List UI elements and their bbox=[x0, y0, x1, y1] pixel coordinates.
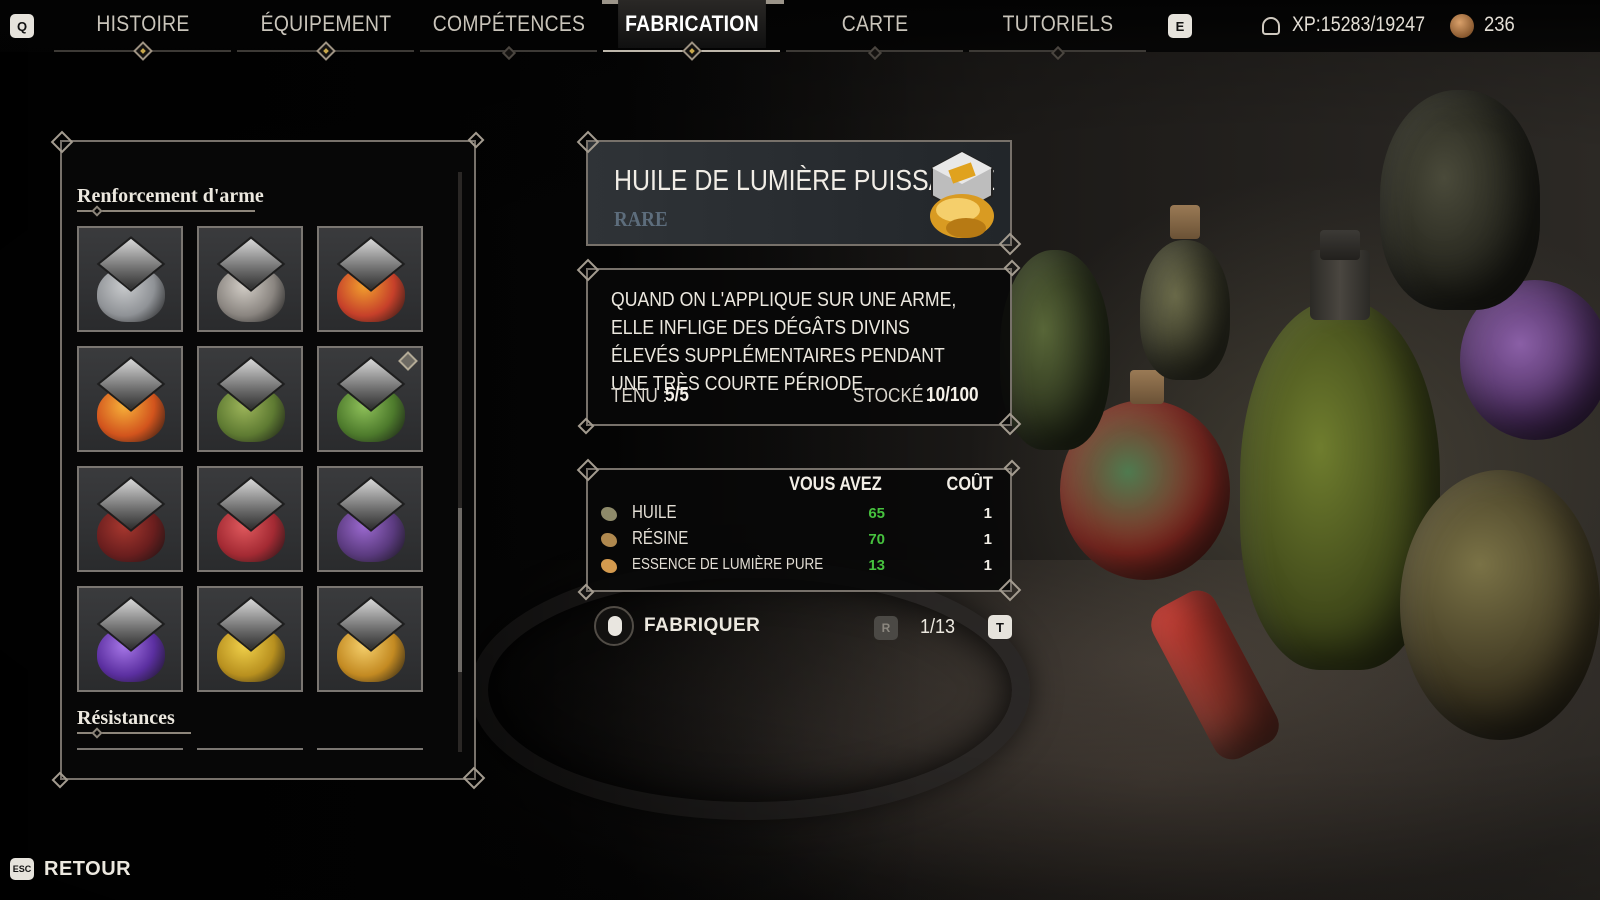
next-tab-key[interactable]: E bbox=[1168, 14, 1192, 38]
recipe-slot[interactable] bbox=[77, 586, 183, 692]
recipe-slot[interactable] bbox=[77, 466, 183, 572]
recipe-slot[interactable] bbox=[197, 346, 303, 452]
ingredient-name: HUILE bbox=[632, 502, 677, 522]
item-rarity: RARE bbox=[614, 207, 668, 231]
tab-tutoriels[interactable]: TUTORIELS bbox=[984, 0, 1132, 48]
recipe-scrollbar-thumb[interactable] bbox=[458, 508, 462, 672]
section-underline bbox=[77, 210, 255, 212]
ingredient-owned: 70 bbox=[868, 531, 885, 548]
have-column-header: VOUS AVEZ bbox=[789, 474, 882, 495]
xp-counter: XP:15283/19247 bbox=[1292, 13, 1426, 36]
prev-tab-key[interactable]: Q bbox=[10, 14, 34, 38]
xp-icon bbox=[1262, 17, 1280, 35]
tab-competences[interactable]: COMPÉTENCES bbox=[433, 0, 585, 48]
coin-icon bbox=[1450, 14, 1474, 38]
recipe-slot[interactable] bbox=[77, 346, 183, 452]
oil-icon bbox=[601, 507, 617, 521]
recipe-slot-partial[interactable] bbox=[77, 748, 183, 750]
craft-quantity: 1/13 bbox=[920, 616, 956, 638]
recipe-slot[interactable] bbox=[317, 226, 423, 332]
stone-dish bbox=[470, 560, 1030, 820]
held-value: 5/5 bbox=[665, 384, 689, 406]
weapon-oil-icon bbox=[333, 596, 409, 682]
ingredient-owned: 13 bbox=[868, 557, 885, 574]
coin-counter: 236 bbox=[1484, 13, 1515, 36]
craft-button[interactable]: FABRIQUER bbox=[644, 615, 760, 637]
weapon-oil-icon bbox=[213, 476, 289, 562]
weapon-oil-icon bbox=[93, 476, 169, 562]
resin-icon bbox=[601, 533, 617, 547]
recipe-slot[interactable] bbox=[197, 226, 303, 332]
weapon-oil-icon bbox=[213, 356, 289, 442]
recipe-slot-partial[interactable] bbox=[197, 748, 303, 750]
recipe-slot[interactable] bbox=[197, 586, 303, 692]
weapon-oil-icon bbox=[93, 356, 169, 442]
stock-label: STOCKÉ : bbox=[853, 385, 933, 407]
item-description: QUAND ON L'APPLIQUE SUR UNE ARME, ELLE I… bbox=[611, 288, 957, 395]
weapon-oil-icon bbox=[93, 596, 169, 682]
section-title-weapon-enhancement: Renforcement d'arme bbox=[77, 185, 264, 207]
weapon-oil-icon bbox=[93, 236, 169, 322]
cost-column-header: COÛT bbox=[946, 474, 993, 495]
tab-carte[interactable]: CARTE bbox=[801, 0, 949, 48]
recipe-slot-partial[interactable] bbox=[317, 748, 423, 750]
recipe-slot[interactable] bbox=[77, 226, 183, 332]
weapon-oil-icon bbox=[333, 356, 409, 442]
light-essence-icon bbox=[601, 559, 617, 573]
held-label: TENU : bbox=[611, 385, 668, 407]
ingredient-name: RÉSINE bbox=[632, 528, 689, 548]
stock-value: 10/100 bbox=[926, 384, 979, 406]
ingredient-cost: 1 bbox=[983, 557, 992, 574]
recipe-slot[interactable] bbox=[317, 466, 423, 572]
ingredient-owned: 65 bbox=[868, 505, 885, 522]
escape-key[interactable]: ESC bbox=[10, 858, 34, 880]
back-button[interactable]: RETOUR bbox=[44, 858, 131, 881]
increase-quantity-key[interactable]: T bbox=[988, 615, 1012, 639]
section-title-resistances: Résistances bbox=[77, 707, 175, 729]
recipe-slot[interactable] bbox=[317, 346, 423, 452]
weapon-oil-icon bbox=[213, 596, 289, 682]
weapon-oil-icon bbox=[213, 236, 289, 322]
mouse-click-icon[interactable] bbox=[594, 606, 634, 646]
ingredient-name: ESSENCE DE LUMIÈRE PURE bbox=[632, 556, 824, 573]
ingredient-cost: 1 bbox=[983, 531, 992, 548]
ingredient-cost: 1 bbox=[983, 505, 992, 522]
recipe-slot[interactable] bbox=[317, 586, 423, 692]
decrease-quantity-key[interactable]: R bbox=[874, 616, 898, 640]
weapon-oil-icon bbox=[333, 476, 409, 562]
golden-oil-icon bbox=[930, 150, 994, 238]
weapon-oil-icon bbox=[333, 236, 409, 322]
recipe-slot[interactable] bbox=[197, 466, 303, 572]
